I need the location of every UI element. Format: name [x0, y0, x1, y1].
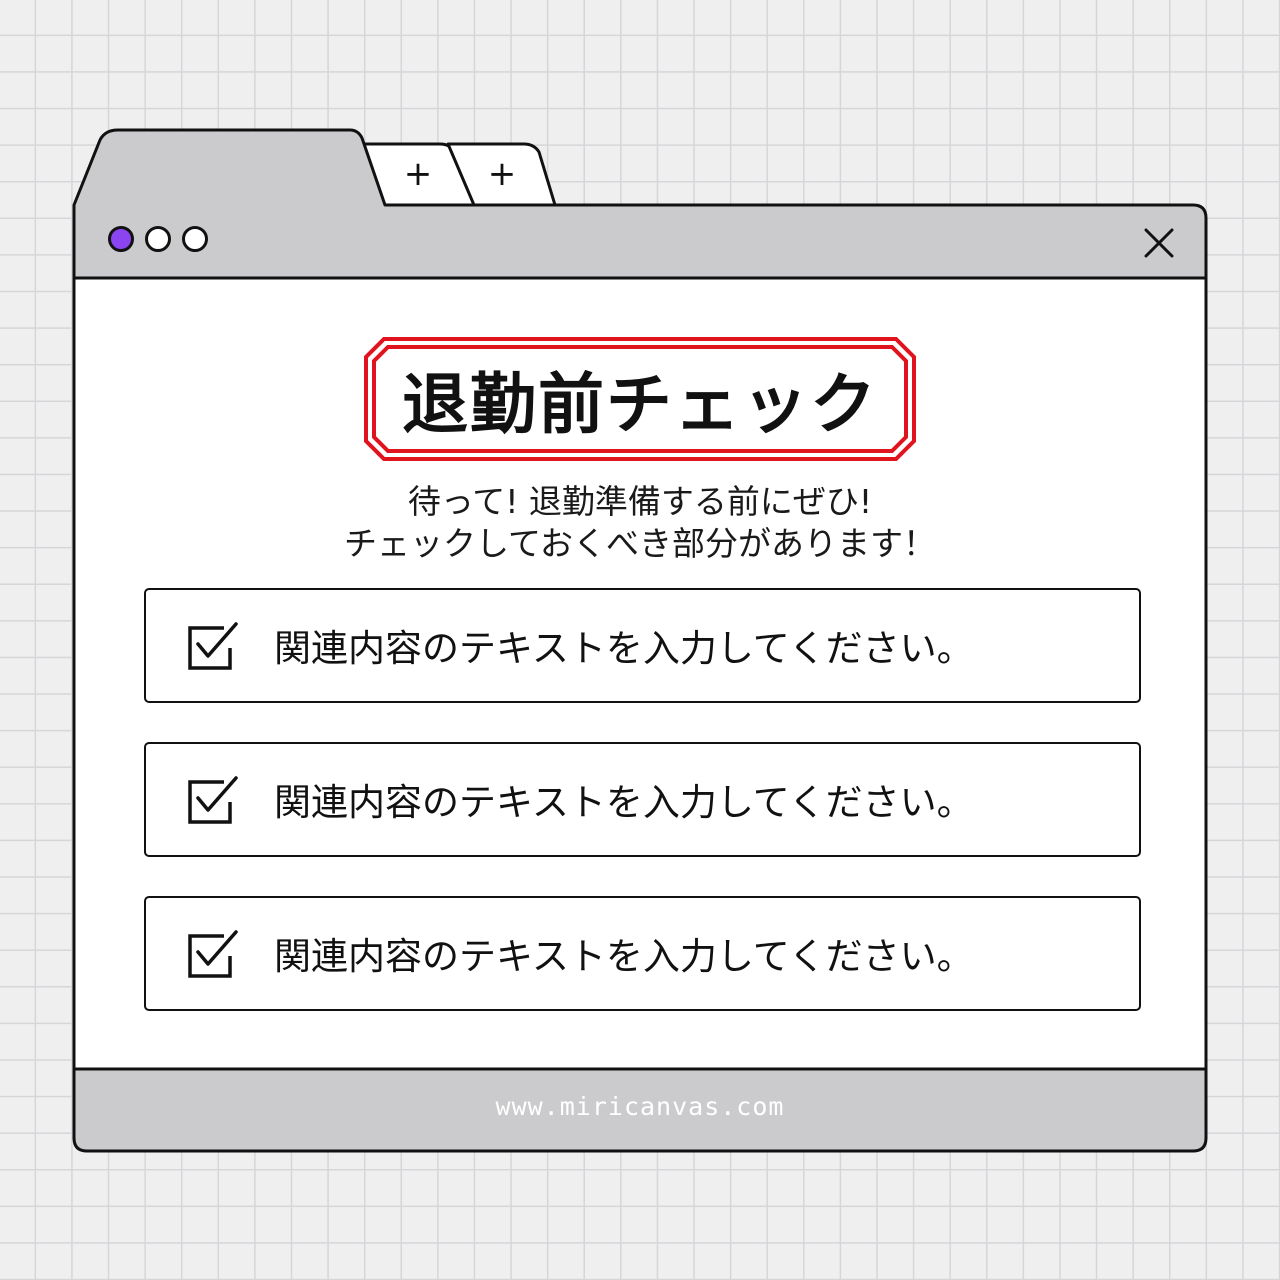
checklist-item-label: 関連内容のテキストを入力してください。 — [274, 627, 974, 670]
window-dot-purple[interactable] — [108, 226, 134, 252]
checkbox-checked-icon[interactable] — [186, 622, 240, 672]
page-title: 退勤前チェック — [402, 366, 878, 443]
window-dot-white-1[interactable] — [145, 226, 171, 252]
plus-icon[interactable]: + — [482, 157, 522, 191]
subtitle-line-1: 待って! 退勤準備する前にぜひ! — [407, 482, 873, 521]
checklist-item[interactable]: 関連内容のテキストを入力してください。 — [144, 588, 1141, 703]
checklist-item[interactable]: 関連内容のテキストを入力してください。 — [144, 896, 1141, 1011]
checkbox-checked-icon[interactable] — [186, 930, 240, 980]
title-badge: 退勤前チェック — [364, 337, 916, 461]
footer-url[interactable]: www.miricanvas.com — [74, 1092, 1206, 1121]
checklist-item-label: 関連内容のテキストを入力してください。 — [274, 935, 974, 978]
checkbox-checked-icon[interactable] — [186, 776, 240, 826]
window-dot-white-2[interactable] — [182, 226, 208, 252]
checklist-item[interactable]: 関連内容のテキストを入力してください。 — [144, 742, 1141, 857]
subtitle-line-2: チェックしておくべき部分があります！ — [343, 524, 937, 563]
close-icon[interactable] — [1140, 224, 1178, 262]
plus-icon[interactable]: + — [398, 157, 438, 191]
checklist-item-label: 関連内容のテキストを入力してください。 — [274, 781, 974, 824]
